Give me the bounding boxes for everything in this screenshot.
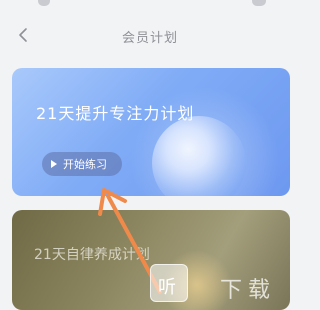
play-icon <box>51 160 57 168</box>
page-title: 会员计划 <box>121 31 178 46</box>
start-practice-label: 开始练习 <box>63 158 107 171</box>
watermark-logo-icon: 听 <box>150 264 188 302</box>
status-bar <box>0 0 300 18</box>
status-indicator <box>38 0 50 6</box>
watermark: 听 下载 <box>150 260 300 304</box>
start-practice-button[interactable]: 开始练习 <box>42 152 122 176</box>
plan-card-focus[interactable]: 21天提升专注力计划 开始练习 <box>12 68 290 196</box>
plan-title: 21天自律养成计划 <box>34 247 150 263</box>
status-indicator <box>252 0 266 6</box>
watermark-char: 听 <box>158 277 176 298</box>
watermark-text: 下载 <box>220 278 277 303</box>
plan-title: 21天提升专注力计划 <box>36 104 195 123</box>
top-navigation: 会员计划 <box>0 18 300 52</box>
